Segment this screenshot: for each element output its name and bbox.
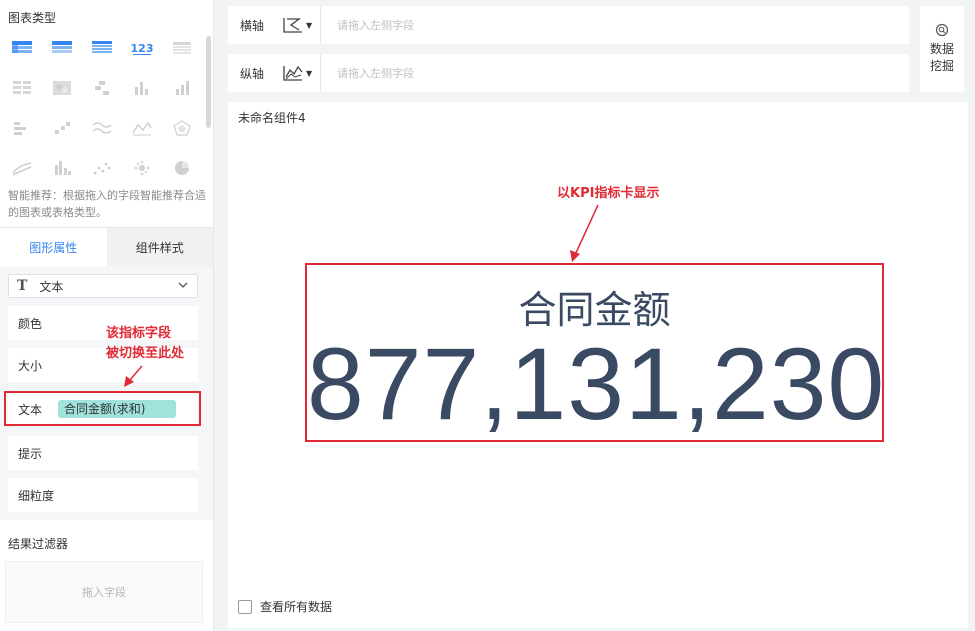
- kpi-card-icon[interactable]: 123: [128, 36, 156, 60]
- prop-color-label: 颜色: [18, 316, 43, 331]
- scatter-bar-icon[interactable]: [48, 116, 76, 140]
- bubble-chart-icon[interactable]: [128, 156, 156, 180]
- x-axis-dropzone[interactable]: 请拖入左侧字段: [337, 17, 414, 33]
- field-annotation-line2: 被切换至此处: [106, 346, 185, 361]
- prop-granularity[interactable]: 细粒度: [8, 478, 198, 512]
- group-table-icon[interactable]: [48, 36, 76, 60]
- x-axis-bar: 横轴 ▼ 请拖入左侧字段: [228, 6, 909, 44]
- detail-table-icon[interactable]: [88, 36, 116, 60]
- left-panel: 图表类型 123 智能推荐：根据拖入的字段智能推荐合适的图表或表格类型。 图形属…: [0, 0, 214, 631]
- area-line-icon[interactable]: [128, 116, 156, 140]
- tab-component-style[interactable]: 组件样式: [106, 228, 213, 267]
- kpi-annotation: 以KPI指标卡显示: [557, 186, 660, 201]
- cross-table-icon[interactable]: [8, 36, 36, 60]
- x-axis-icon[interactable]: [282, 15, 304, 35]
- mark-type-select[interactable]: T 文本: [8, 274, 198, 298]
- chart-grid-scrollbar[interactable]: [206, 36, 211, 128]
- chevron-down-icon: [178, 282, 188, 288]
- bar-chart-icon[interactable]: [168, 76, 196, 100]
- grouped-table-icon[interactable]: [8, 76, 36, 100]
- view-all-label: 查看所有数据: [260, 600, 333, 614]
- y-axis-separator: [320, 54, 322, 92]
- text-table-icon[interactable]: [168, 36, 196, 60]
- y-axis-caret-icon[interactable]: ▼: [306, 69, 312, 78]
- svg-text:123: 123: [131, 42, 153, 55]
- prop-tooltip-label: 提示: [18, 446, 43, 461]
- radar-chart-icon[interactable]: [168, 116, 196, 140]
- column-chart-icon[interactable]: [128, 76, 156, 100]
- scatter-plot-icon[interactable]: [88, 156, 116, 180]
- kpi-label: 合同金额: [518, 288, 671, 332]
- chart-type-title: 图表类型: [8, 11, 57, 25]
- y-axis-label: 纵轴: [240, 66, 265, 81]
- x-axis-separator: [320, 6, 322, 44]
- tab-graphic-properties[interactable]: 图形属性: [0, 228, 107, 267]
- prop-granularity-label: 细粒度: [18, 488, 55, 503]
- data-mining-button[interactable]: 数据 挖掘: [920, 6, 964, 92]
- grouped-column-icon[interactable]: [48, 156, 76, 180]
- mark-type-value: 文本: [39, 279, 64, 294]
- x-axis-label: 横轴: [240, 18, 265, 33]
- heatmap-icon[interactable]: [48, 76, 76, 100]
- mining-icon: [935, 23, 949, 37]
- result-filter-title: 结果过滤器: [8, 537, 69, 551]
- prop-size-label: 大小: [18, 358, 43, 373]
- y-axis-dropzone[interactable]: 请拖入左侧字段: [337, 65, 414, 81]
- smart-recommend-tip: 智能推荐：根据拖入的字段智能推荐合适的图表或表格类型。: [8, 189, 206, 219]
- horizontal-bar-icon[interactable]: [8, 116, 36, 140]
- y-axis-icon[interactable]: [282, 63, 304, 83]
- kpi-card-highlight: 合同金额 877,131,230: [305, 263, 884, 442]
- widget-title[interactable]: 未命名组件4: [238, 109, 306, 126]
- line-chart-icon[interactable]: [88, 116, 116, 140]
- multi-line-icon[interactable]: [8, 156, 36, 180]
- text-type-icon: T: [17, 278, 28, 294]
- field-highlight-box: [4, 391, 201, 426]
- y-axis-bar: 纵轴 ▼ 请拖入左侧字段: [228, 54, 909, 92]
- kpi-value: 877,131,230: [307, 327, 886, 441]
- prop-tooltip[interactable]: 提示: [8, 436, 198, 470]
- view-all-checkbox[interactable]: [238, 599, 252, 614]
- x-axis-caret-icon[interactable]: ▼: [306, 21, 312, 30]
- stacked-bar-icon[interactable]: [88, 76, 116, 100]
- data-mining-label-2: 挖掘: [929, 59, 954, 73]
- chart-canvas: 未命名组件4 合同金额 877,131,230 查看所有数据: [228, 102, 968, 628]
- pie-chart-icon[interactable]: [168, 156, 196, 180]
- data-mining-label-1: 数据: [929, 42, 954, 56]
- field-annotation-line1: 该指标字段: [106, 326, 172, 341]
- result-filter-dropzone[interactable]: 拖入字段: [5, 561, 203, 623]
- view-all-data[interactable]: 查看所有数据: [238, 598, 332, 615]
- property-tabs: 图形属性 组件样式: [0, 227, 213, 267]
